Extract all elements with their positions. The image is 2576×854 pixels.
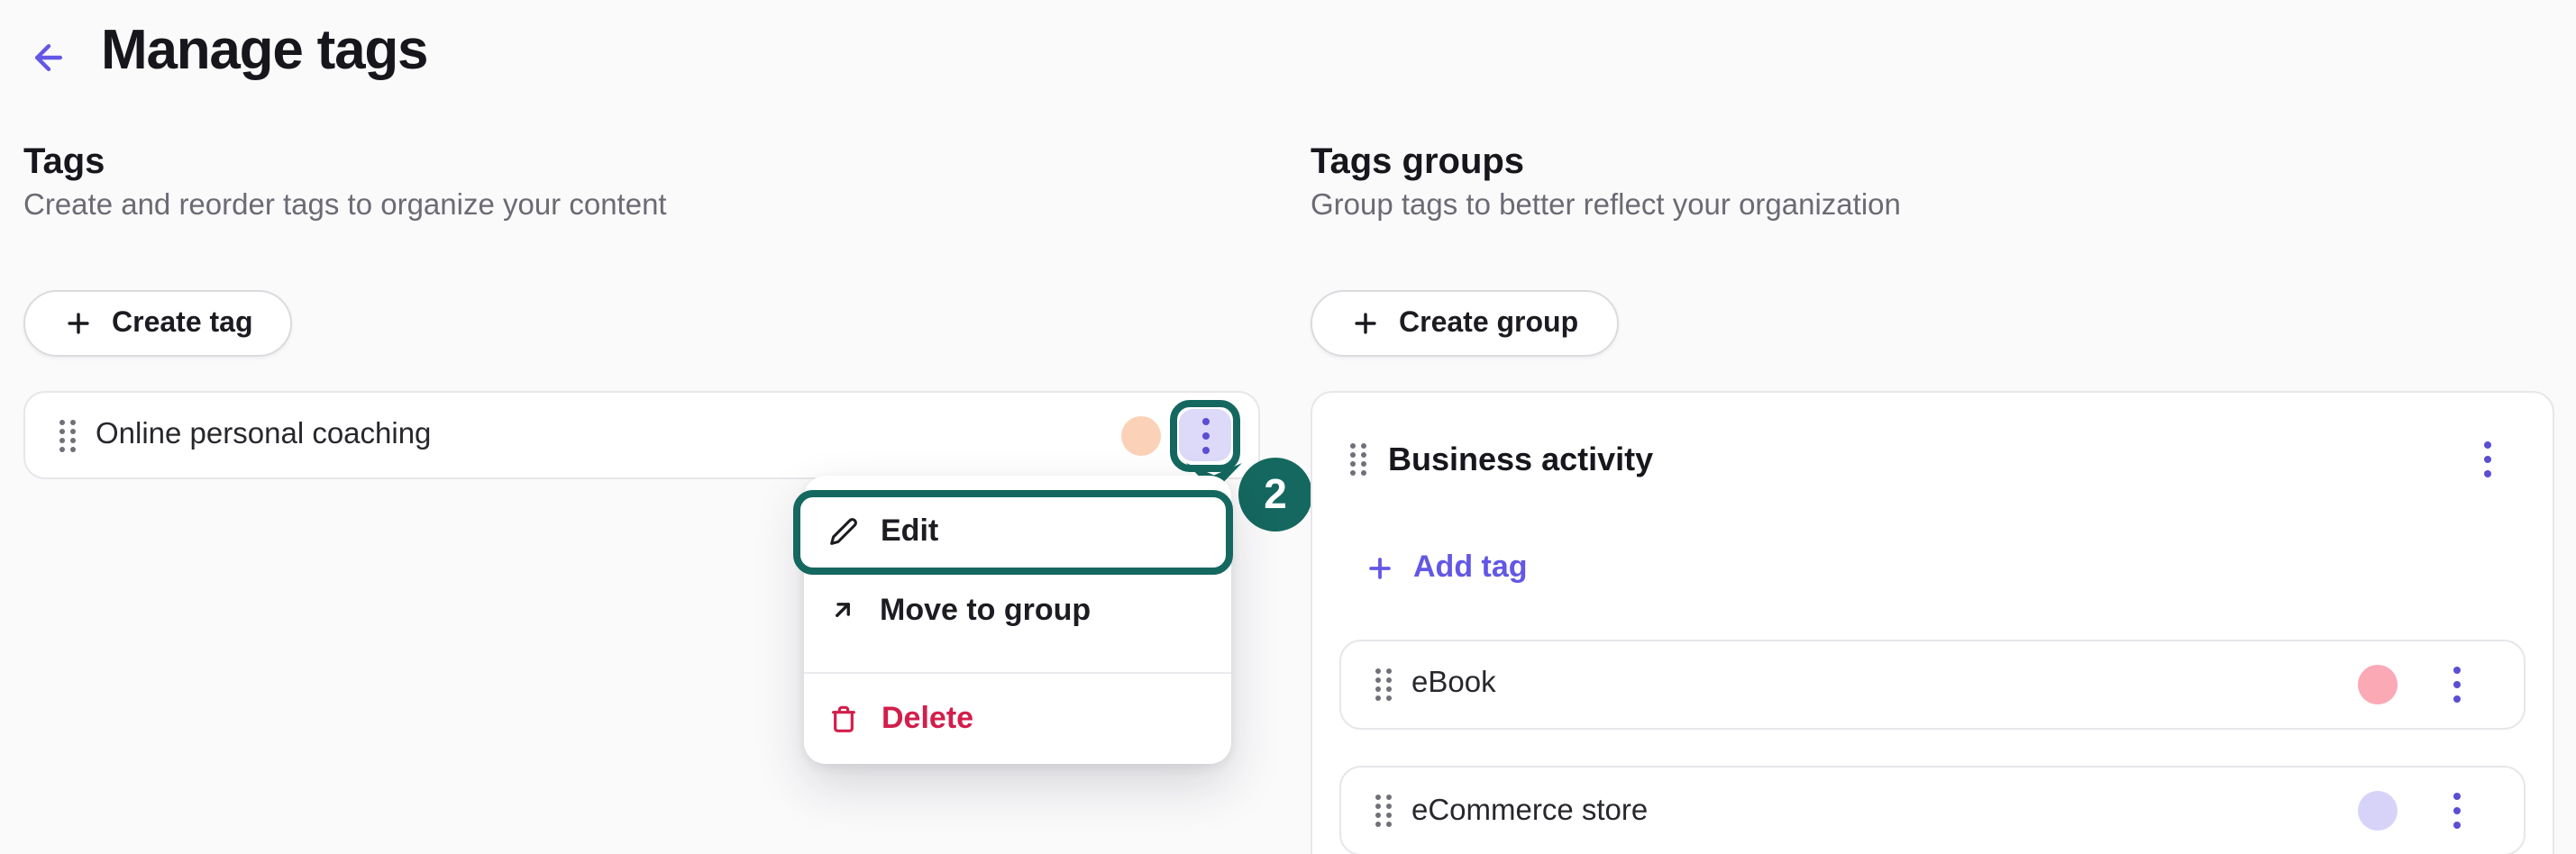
tag-kebab-menu-button[interactable] (2430, 657, 2484, 711)
tags-groups-heading: Tags groups (1311, 144, 2554, 182)
tags-heading: Tags (23, 144, 1260, 182)
menu-item-move-label: Move to group (880, 592, 1091, 628)
tag-name: eCommerce store (1411, 794, 2358, 828)
create-tag-button[interactable]: Create tag (23, 290, 293, 357)
menu-item-delete-label: Delete (882, 700, 973, 736)
kebab-icon (2453, 680, 2461, 687)
kebab-icon (1201, 432, 1209, 439)
group-name: Business activity (1388, 441, 2461, 478)
group-header: Business activity (1350, 432, 2515, 486)
tag-kebab-menu-button[interactable] (2430, 784, 2484, 838)
trash-icon (829, 704, 858, 732)
tag-color-dot (2358, 791, 2398, 831)
step-badge: 2 (1238, 458, 1312, 531)
add-tag-label: Add tag (1413, 550, 1528, 586)
pencil-icon (828, 518, 857, 547)
tags-groups-subtitle: Group tags to better reflect your organi… (1311, 191, 2554, 222)
create-group-button[interactable]: Create group (1311, 290, 1618, 357)
drag-handle-icon[interactable] (1375, 668, 1392, 700)
tags-groups-column: Tags groups Group tags to better reflect… (1311, 144, 2554, 854)
back-button[interactable] (23, 32, 74, 82)
group-tag-row[interactable]: eCommerce store (1339, 766, 2526, 854)
create-tag-label: Create tag (112, 307, 253, 340)
kebab-icon (2484, 456, 2491, 463)
group-tag-row[interactable]: eBook (1339, 639, 2526, 729)
menu-item-move-to-group[interactable]: Move to group (829, 570, 1091, 650)
menu-item-edit[interactable]: Edit (793, 489, 1232, 575)
annotation-highlight-ring (1170, 399, 1240, 471)
kebab-icon (2453, 807, 2461, 814)
tags-column: Tags Create and reorder tags to organize… (23, 144, 1260, 479)
menu-item-edit-label: Edit (881, 514, 938, 550)
tags-subtitle: Create and reorder tags to organize your… (23, 191, 1260, 222)
plus-icon (63, 308, 94, 339)
tag-row[interactable]: Online personal coaching (23, 391, 1260, 479)
tag-group-card: Business activity Add tag eBook (1311, 391, 2554, 854)
add-tag-button[interactable]: Add tag (1365, 550, 1528, 586)
plus-icon (1365, 552, 1395, 583)
tag-context-menu: Edit Move to group Delete (804, 476, 1231, 764)
plus-icon (1350, 308, 1381, 339)
tag-color-dot (2358, 664, 2398, 704)
create-group-label: Create group (1399, 307, 1578, 340)
tag-color-dot (1121, 415, 1161, 455)
manage-tags-page: Manage tags Tags Create and reorder tags… (0, 0, 2576, 854)
group-kebab-menu-button[interactable] (2461, 432, 2515, 486)
menu-divider (804, 671, 1231, 673)
drag-handle-icon[interactable] (1375, 795, 1392, 827)
page-title: Manage tags (101, 18, 427, 83)
back-arrow-icon (29, 37, 69, 77)
arrow-up-right-icon (829, 596, 856, 623)
page-header: Manage tags (23, 18, 427, 83)
menu-item-delete[interactable]: Delete (829, 678, 973, 758)
tag-kebab-menu-button[interactable] (1179, 409, 1231, 461)
drag-handle-icon[interactable] (1350, 443, 1366, 476)
tag-name: Online personal coaching (96, 418, 1121, 452)
drag-handle-icon[interactable] (59, 419, 76, 451)
tag-name: eBook (1411, 667, 2358, 701)
